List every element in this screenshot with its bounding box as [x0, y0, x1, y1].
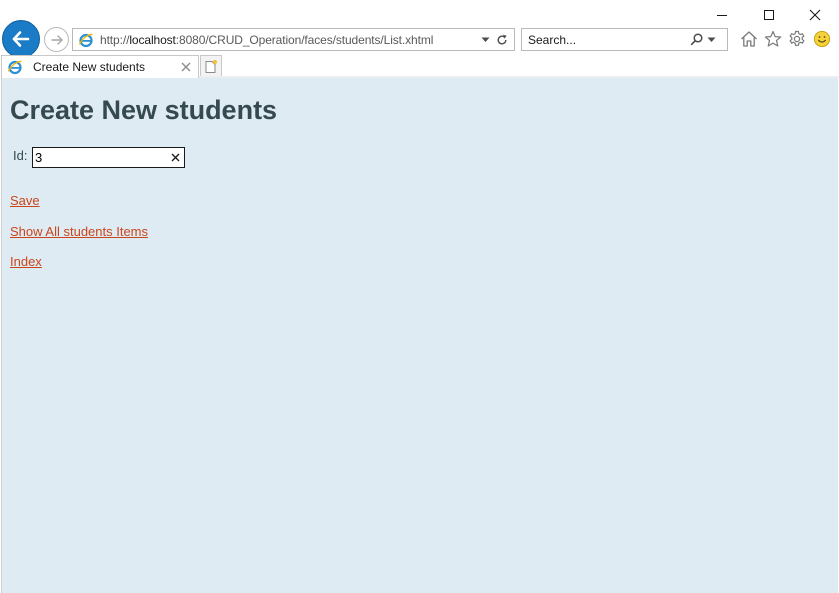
url-path: :8080/CRUD_Operation/faces/students/List… [175, 32, 434, 47]
search-input[interactable] [528, 30, 688, 49]
ie-page-icon [77, 31, 95, 49]
home-icon[interactable] [739, 29, 759, 49]
url-scheme: http:// [100, 32, 130, 47]
forward-arrow-icon [50, 34, 63, 45]
save-link[interactable]: Save [10, 193, 40, 208]
forward-button[interactable] [44, 27, 69, 52]
back-button[interactable] [2, 20, 40, 58]
ie-tab-icon [6, 58, 24, 76]
minimize-button[interactable] [699, 2, 745, 28]
id-label: Id: [13, 148, 28, 163]
index-link[interactable]: Index [10, 254, 42, 269]
favorites-star-icon[interactable] [763, 29, 783, 49]
page-title: Create New students [10, 95, 278, 125]
back-arrow-icon [12, 31, 30, 47]
browser-chrome: http://localhost:8080/CRUD_Operation/fac… [0, 0, 839, 78]
show-all-students-link[interactable]: Show All students Items [10, 224, 148, 239]
minimize-icon [717, 15, 727, 16]
maximize-button[interactable] [746, 2, 792, 28]
address-bar[interactable]: http://localhost:8080/CRUD_Operation/fac… [72, 28, 515, 51]
address-dropdown-icon[interactable] [478, 29, 492, 50]
clear-input-icon[interactable] [167, 149, 183, 167]
id-input[interactable] [35, 148, 165, 167]
url-host: localhost [129, 32, 176, 47]
search-box[interactable] [521, 28, 728, 51]
search-dropdown-icon[interactable] [704, 29, 718, 50]
new-tab-icon [205, 59, 217, 73]
close-icon [809, 9, 821, 21]
tab-create-new-students[interactable]: Create New students [1, 55, 199, 78]
maximize-icon [764, 10, 774, 20]
feedback-smiley-icon[interactable] [812, 29, 832, 49]
new-tab-button[interactable] [200, 55, 222, 77]
refresh-icon[interactable] [494, 29, 510, 50]
page-viewport: Create New students Id: Save Show All st… [1, 78, 838, 593]
close-tab-icon[interactable] [178, 59, 194, 75]
id-field[interactable] [32, 147, 185, 168]
tab-label: Create New students [33, 60, 146, 74]
settings-gear-icon[interactable] [787, 29, 807, 49]
url-text[interactable]: http://localhost:8080/CRUD_Operation/fac… [100, 33, 478, 47]
search-icon[interactable] [688, 29, 704, 50]
close-window-button[interactable] [792, 2, 838, 28]
